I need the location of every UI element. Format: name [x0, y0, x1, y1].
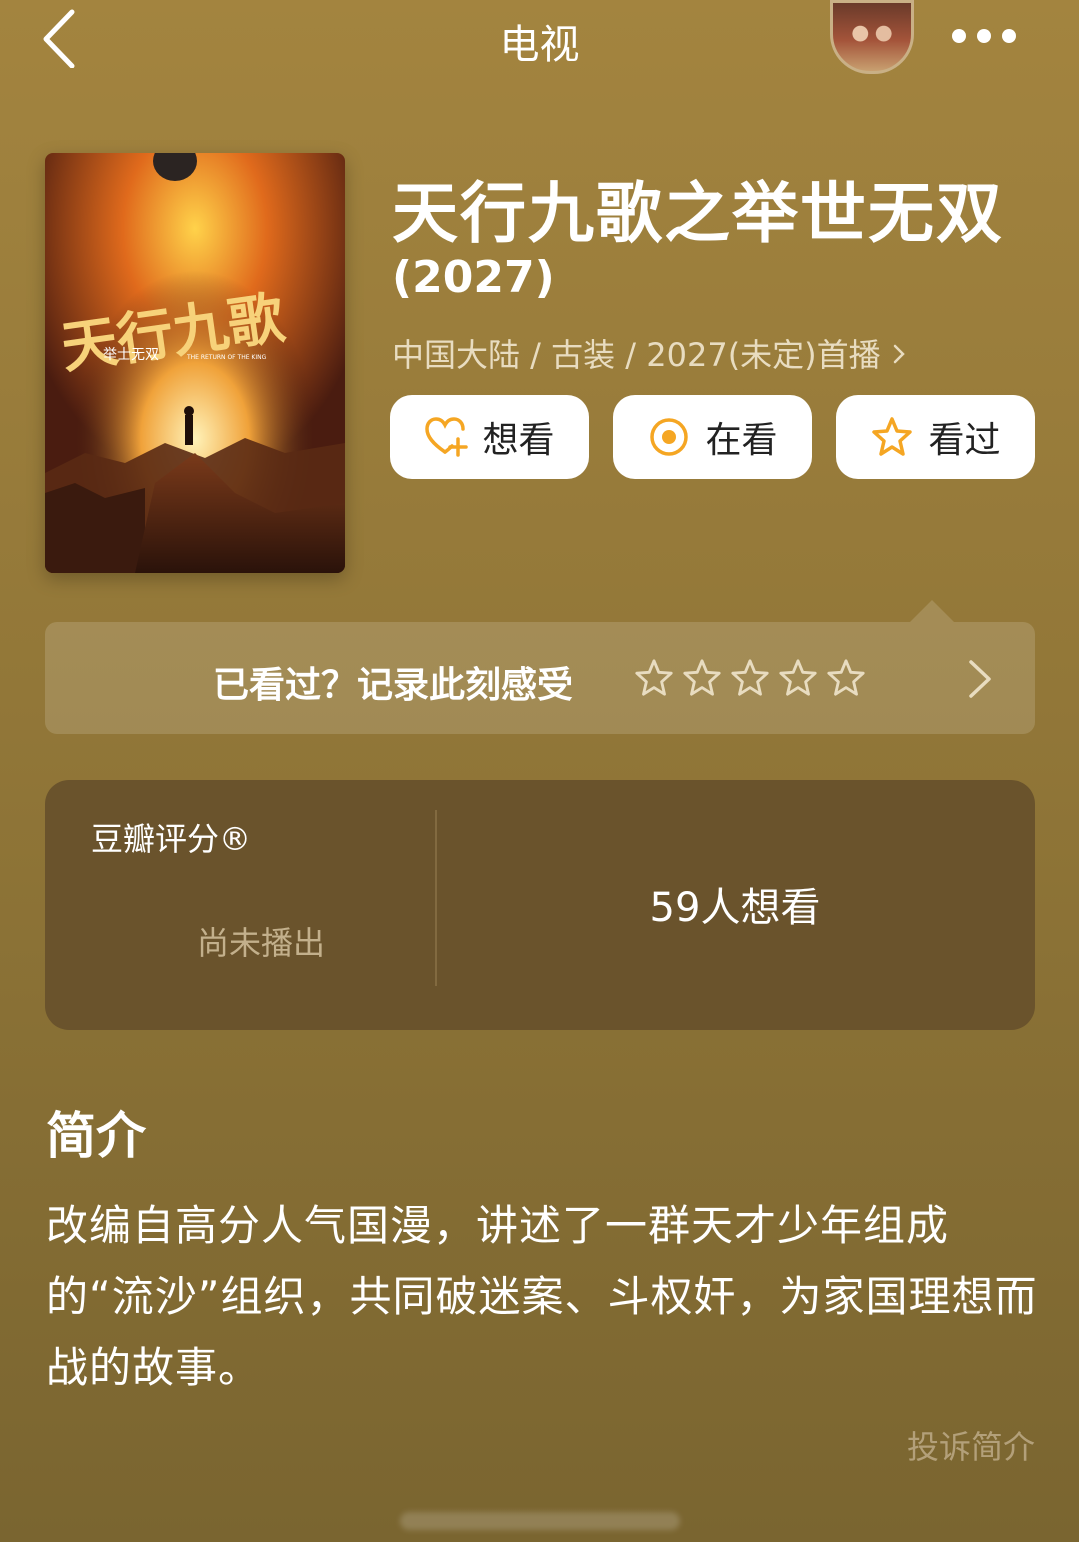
poster-image[interactable]: 天行九歌 举士无双 THE RETURN OF THE KING — [45, 153, 345, 573]
poster-subtitle-art: 举士无双 — [103, 347, 159, 363]
star-outline-icon[interactable] — [633, 657, 675, 699]
more-button[interactable] — [948, 20, 1020, 52]
subject-meta-link[interactable]: 中国大陆 / 古装 / 2027(未定)首播 — [392, 330, 907, 376]
subject-meta: 中国大陆 / 古装 / 2027(未定)首播 — [392, 336, 881, 374]
watching-label: 在看 — [705, 420, 778, 461]
more-dots-icon — [952, 29, 966, 43]
watching-button[interactable]: 在看 — [613, 395, 812, 479]
report-synopsis-link[interactable]: 投诉简介 — [907, 1422, 1035, 1468]
top-nav: 电视 — [0, 0, 1079, 80]
star-icon — [872, 417, 913, 456]
rating-label: 豆瓣评分® — [91, 820, 252, 858]
synopsis-heading: 简介 — [46, 1107, 146, 1165]
star-outline-icon[interactable] — [729, 657, 771, 699]
heart-plus-icon — [425, 417, 469, 457]
rating-status: 尚未播出 — [197, 924, 326, 962]
chevron-right-icon — [893, 344, 905, 364]
subject-year: (2027) — [392, 252, 555, 303]
rate-prompt: 已看过？记录此刻感受 — [213, 665, 574, 706]
page-title: 电视 — [499, 22, 580, 68]
star-outline-icon[interactable] — [681, 657, 723, 699]
poster-english-art: THE RETURN OF THE KING — [186, 354, 267, 361]
wants-count[interactable]: 59人想看 — [435, 875, 1035, 933]
rating-card: 豆瓣评分® 尚未播出 59人想看 — [45, 780, 1035, 1030]
want-button[interactable]: 想看 — [390, 395, 589, 479]
watched-button[interactable]: 看过 — [836, 395, 1035, 479]
star-outline-icon[interactable] — [777, 657, 819, 699]
subject-title: 天行九歌之举世无双 — [392, 175, 1004, 252]
home-indicator — [400, 1512, 680, 1530]
avatar[interactable] — [830, 0, 914, 74]
star-outline-icon[interactable] — [825, 657, 867, 699]
rate-pointer — [910, 600, 954, 622]
rate-bar[interactable]: 已看过？记录此刻感受 — [45, 622, 1035, 734]
want-label: 想看 — [482, 420, 555, 461]
chevron-right-icon — [969, 660, 991, 698]
action-buttons: 想看 在看 看过 — [390, 395, 1035, 479]
synopsis-text: 改编自高分人气国漫，讲述了一群天才少年组成的“流沙”组织，共同破迷案、斗权奸，为… — [46, 1201, 1038, 1392]
watched-label: 看过 — [928, 420, 1001, 461]
target-icon — [650, 418, 689, 456]
